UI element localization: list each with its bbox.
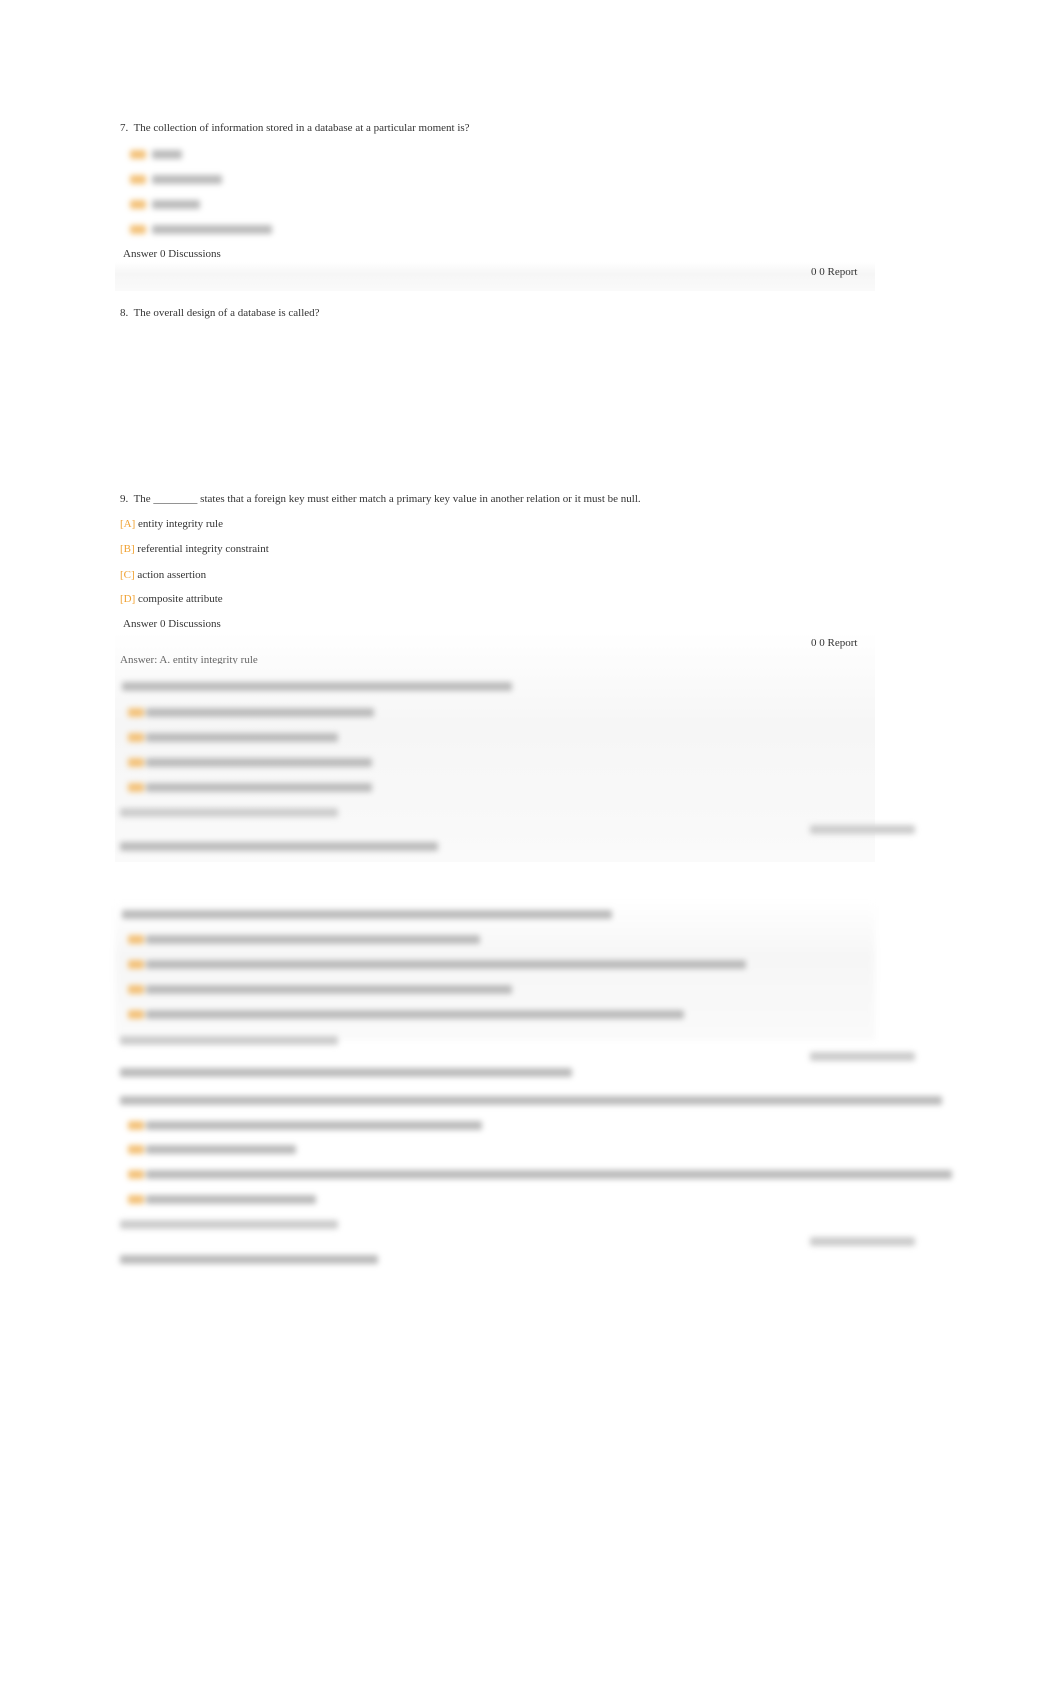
option-a[interactable]: [A] entity integrity rule [120,518,223,530]
question-8-text: 8. The overall design of a database is c… [120,307,320,319]
question-text: 9. The ________ states that a foreign ke… [120,493,641,505]
option-d[interactable]: [D] composite attribute [120,593,223,605]
report-link[interactable]: 0 0 Report [811,266,857,278]
question-text: 7. The collection of information stored … [120,122,470,134]
discussions-link[interactable]: Answer 0 Discussions [123,618,221,630]
option-b[interactable]: [B] referential integrity constraint [120,543,269,555]
answer-text: Answer: A. entity integrity rule [120,654,258,664]
option-c[interactable]: [C] action assertion [120,569,206,581]
discussions-link[interactable]: Answer 0 Discussions [123,248,221,260]
report-link[interactable]: 0 0 Report [811,637,857,649]
